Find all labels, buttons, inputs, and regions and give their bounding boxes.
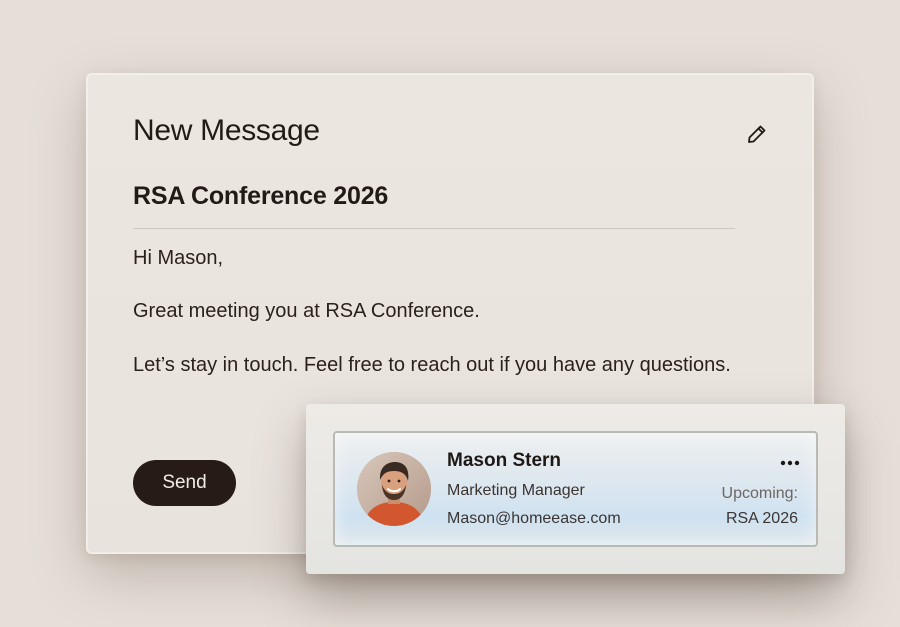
stage: New Message RSA Conference 2026 Hi Mason… [0, 0, 900, 627]
contact-card[interactable]: Mason Stern Marketing Manager Mason@home… [333, 431, 818, 547]
pencil-icon[interactable] [745, 122, 769, 146]
message-greeting[interactable]: Hi Mason, [133, 243, 733, 274]
more-horizontal-icon[interactable] [778, 455, 802, 471]
contact-popover: Mason Stern Marketing Manager Mason@home… [306, 404, 845, 574]
contact-role: Marketing Manager [447, 482, 585, 499]
send-button[interactable]: Send [133, 460, 236, 506]
contact-email[interactable]: Mason@homeease.com [447, 510, 621, 528]
message-subject[interactable]: RSA Conference 2026 [133, 182, 388, 211]
contact-name: Mason Stern [447, 450, 562, 471]
compose-title: New Message [133, 114, 320, 147]
avatar[interactable] [357, 452, 431, 526]
message-body-line-1[interactable]: Great meeting you at RSA Conference. [133, 296, 733, 327]
upcoming-label: Upcoming: [721, 485, 798, 502]
subject-divider [133, 228, 735, 229]
message-body-line-2[interactable]: Let’s stay in touch. Feel free to reach … [133, 350, 733, 381]
upcoming-event[interactable]: RSA 2026 [726, 510, 798, 528]
